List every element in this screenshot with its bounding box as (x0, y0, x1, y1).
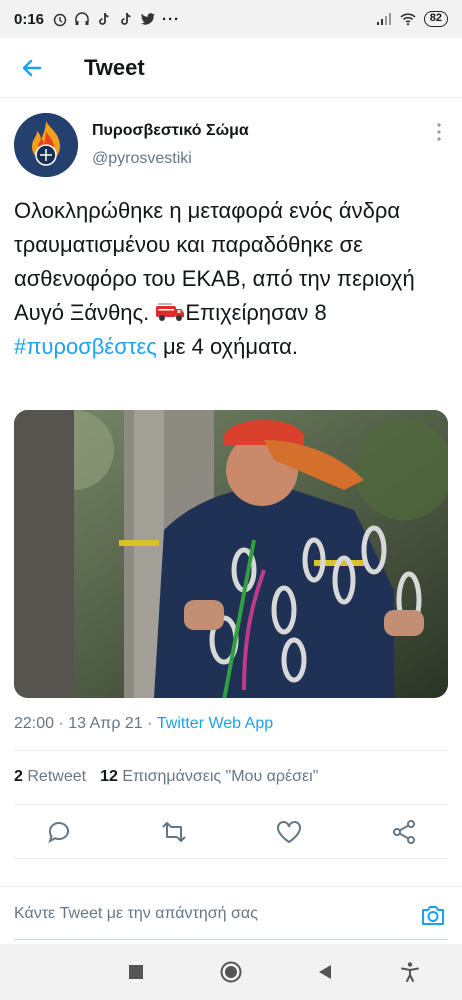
firefighter-climbing-photo (14, 410, 448, 698)
back-nav-button[interactable] (313, 960, 337, 984)
tiktok-icon (121, 12, 131, 25)
tweet-date: 13 Απρ 21 (68, 715, 143, 732)
home-button[interactable] (219, 960, 243, 984)
retweets-stat[interactable]: 2 Retweet (14, 768, 86, 785)
recent-apps-button[interactable] (124, 960, 148, 984)
share-icon[interactable] (390, 818, 418, 846)
divider (14, 939, 448, 940)
status-bar: 0:16 ··· 82 (0, 0, 462, 38)
page-title: Tweet (84, 54, 145, 80)
retweet-icon[interactable] (160, 818, 188, 846)
hashtag-link[interactable]: #πυροσβέστες (14, 334, 157, 359)
tiktok-icon (99, 12, 109, 25)
avatar[interactable] (14, 113, 78, 177)
fire-engine-icon (156, 303, 185, 321)
reply-icon[interactable] (45, 818, 73, 846)
home-circle-icon (220, 961, 242, 983)
accessibility-button[interactable] (398, 960, 422, 984)
retweet-label: Retweet (27, 768, 87, 785)
like-count: 12 (100, 768, 118, 785)
like-label: Επισημάνσεις "Μου αρέσει" (122, 768, 319, 785)
author-handle[interactable]: @pyrosvestiki (92, 150, 192, 168)
divider (14, 858, 448, 859)
arrow-left-icon (22, 59, 42, 76)
divider (14, 750, 448, 751)
tweet-photo[interactable] (14, 410, 448, 698)
triangle-back-icon (319, 965, 331, 979)
system-nav-bar (0, 944, 462, 1000)
tweet-meta: 22:00 · 13 Απρ 21 · Twitter Web App (14, 715, 274, 732)
fire-service-logo-icon (14, 113, 78, 177)
tweet-time: 22:00 (14, 715, 55, 732)
app-header: Tweet (0, 38, 462, 98)
tweet-text-part: με 4 οχήματα. (156, 334, 299, 359)
tweet-actions (0, 810, 462, 854)
tweet-author: Πυροσβεστικό Σώμα @pyrosvestiki (0, 98, 462, 188)
square-icon (129, 965, 143, 979)
twitter-bird-icon (141, 13, 156, 25)
more-notifications-icon: ··· (162, 10, 181, 28)
author-name[interactable]: Πυροσβεστικό Σώμα (92, 122, 249, 140)
headphones-icon (75, 12, 89, 25)
status-time: 0:16 (14, 10, 45, 28)
reply-composer: Κάντε Tweet με την απάντησή σας (0, 886, 462, 944)
reply-input[interactable]: Κάντε Tweet με την απάντησή σας (14, 905, 394, 923)
retweet-count: 2 (14, 768, 23, 785)
tweet-detail: Πυροσβεστικό Σώμα @pyrosvestiki Ολοκληρώ… (0, 98, 462, 859)
likes-stat[interactable]: 12 Επισημάνσεις "Μου αρέσει" (100, 768, 318, 785)
tweet-stats: 2 Retweet 12 Επισημάνσεις "Μου αρέσει" (14, 768, 318, 786)
signal-icon (376, 13, 391, 25)
camera-icon[interactable] (420, 903, 446, 927)
like-icon[interactable] (275, 818, 303, 846)
tweet-text: Ολοκληρώθηκε η μεταφορά ενός άνδρα τραυμ… (14, 194, 450, 364)
battery-indicator: 82 (423, 11, 448, 27)
tweet-source-link[interactable]: Twitter Web App (157, 715, 273, 732)
alarm-icon (53, 13, 67, 27)
back-button[interactable] (0, 38, 64, 98)
more-options-icon[interactable] (434, 122, 444, 142)
divider (14, 804, 448, 805)
tweet-text-part: Επιχείρησαν 8 (185, 300, 327, 325)
accessibility-icon (401, 962, 419, 982)
wifi-icon (400, 13, 416, 26)
